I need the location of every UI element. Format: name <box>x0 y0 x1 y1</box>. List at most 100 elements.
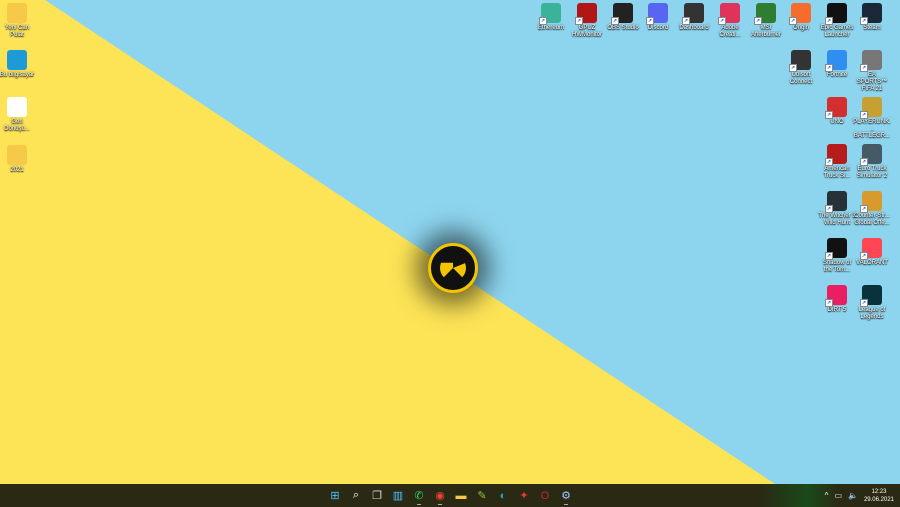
folder-icon <box>7 145 27 165</box>
desktop-icon-ubisoft-connect[interactable]: ↗ Ubisoft Connect <box>782 50 820 86</box>
desktop-icon-label: MSI Afterburner <box>750 25 781 38</box>
network-icon[interactable]: ▭ <box>834 491 842 500</box>
start-icon: ⊞ <box>330 490 340 502</box>
ubisoft-icon: ↗ <box>789 50 811 72</box>
taskbar: ⊞ ⌕ ❐ ▥ ✆ ◉ ▬ ✎ ◐ ✦ O ⚙ ^ ▭ 🔈 12:23 29.06.2021 <box>0 484 900 507</box>
shortcut-arrow-icon: ↗ <box>539 17 547 25</box>
clock-date: 29.06.2021 <box>863 496 894 503</box>
desktop-icon-discord[interactable]: ↗ Discord <box>639 3 677 32</box>
shortcut-arrow-icon: ↗ <box>825 252 833 260</box>
desktop-icon-steam[interactable]: ↗ Steam <box>853 3 891 32</box>
gpu-icon: ↗ <box>575 3 597 25</box>
whatsapp-icon: ✆ <box>414 490 424 502</box>
desktop-icon-dashboard[interactable]: ↗ Dashboard <box>675 3 713 32</box>
desktop-icon-shadow-of-the-tom[interactable]: ↗ Shadow of the Tom... <box>818 238 856 274</box>
search-icon: ⌕ <box>352 489 360 501</box>
opera-button[interactable]: O <box>536 487 554 505</box>
taskbar-apps: ⊞ ⌕ ❐ ▥ ✆ ◉ ▬ ✎ ◐ ✦ O ⚙ <box>326 484 575 507</box>
desktop-icon-label: Origin <box>792 25 809 31</box>
shortcut-arrow-icon: ↗ <box>789 64 797 72</box>
desktop-icon-the-witcher-3-wild-hunt[interactable]: ↗ The Witcher 3 Wild Hunt <box>818 191 856 227</box>
desktop-icon-ethereum[interactable]: ↗ Ethereum <box>532 3 570 32</box>
settings-button[interactable]: ⚙ <box>557 487 575 505</box>
desktop-icon-obs-studio[interactable]: ↗ OBS Studio <box>604 3 642 32</box>
chrome-icon: ◉ <box>435 490 445 502</box>
shortcut-arrow-icon: ↗ <box>860 299 868 307</box>
desktop-icon-gpuz-hwmonitor[interactable]: ↗ GPUZ HWMonitor <box>568 3 606 39</box>
clock-time: 12:23 <box>871 488 887 495</box>
desktop-icon-dirt-5[interactable]: ↗ DIRT 5 <box>818 285 856 314</box>
volume-icon[interactable]: 🔈 <box>848 491 858 500</box>
desktop-icon-epic-games-launcher[interactable]: ↗ Epic Games Launcher <box>818 3 856 39</box>
shortcut-arrow-icon: ↗ <box>860 17 868 25</box>
running-indicator <box>417 503 421 505</box>
file-explorer-icon: ▬ <box>455 489 467 502</box>
desktop-icon-counter-str-global-offe[interactable]: ↗ Counter-Str... Global Offe... <box>853 191 891 227</box>
chevron-up-icon[interactable]: ^ <box>825 491 829 500</box>
whatsapp-button[interactable]: ✆ <box>410 487 428 505</box>
lol-icon: ↗ <box>860 285 882 307</box>
desktop-icon-2021[interactable]: 2021 <box>0 145 36 174</box>
epic-icon: ↗ <box>825 3 847 25</box>
chrome-button[interactable]: ◉ <box>431 487 449 505</box>
desktop-icon-euro-truck-simulator-2[interactable]: ↗ Euro Truck Simulator 2 <box>853 144 891 180</box>
shadow-icon: ↗ <box>825 238 847 260</box>
desktop-icon-msi-afterburner[interactable]: ↗ MSI Afterburner <box>747 3 785 39</box>
edge-button[interactable]: ◐ <box>494 487 512 505</box>
shortcut-arrow-icon: ↗ <box>825 158 833 166</box>
desktop-icon-origin[interactable]: ↗ Origin <box>782 3 820 32</box>
task-view-button[interactable]: ❐ <box>368 487 386 505</box>
csgo-icon: ↗ <box>860 191 882 213</box>
valorant-icon: ↗ <box>860 238 882 260</box>
desktop-icon-yeni-can-pulat[interactable]: Yeni Can Pulat <box>0 3 36 39</box>
shortcut-arrow-icon: ↗ <box>825 299 833 307</box>
fortnite-icon: ↗ <box>825 50 847 72</box>
notepad-icon: ✎ <box>477 490 487 502</box>
desktop-icon-label: Geri Dönüşü... <box>4 119 30 132</box>
file-explorer-button[interactable]: ▬ <box>452 487 470 505</box>
widgets-button[interactable]: ▥ <box>389 487 407 505</box>
desktop-icon-bu-bilgisayar[interactable]: Bu bilgisayar <box>0 50 36 79</box>
start-button[interactable]: ⊞ <box>326 487 344 505</box>
desktop-icon-label: GPUZ HWMonitor <box>571 25 602 38</box>
desktop-icon-label: League of Legends <box>858 307 886 320</box>
monitor-icon <box>7 50 27 70</box>
opera-icon: O <box>540 489 550 502</box>
settings-icon: ⚙ <box>561 490 571 502</box>
desktop-icon-league-of-legends[interactable]: ↗ League of Legends <box>853 285 891 321</box>
recycle-bin-icon <box>7 97 27 117</box>
desktop-icon-fortnite[interactable]: ↗ Fortnite <box>818 50 856 79</box>
shortcut-arrow-icon: ↗ <box>825 205 833 213</box>
shortcut-arrow-icon: ↗ <box>860 205 868 213</box>
desktop-icon-adobe-creati[interactable]: ↗ Adobe Creati... <box>711 3 749 39</box>
shortcut-arrow-icon: ↗ <box>611 17 619 25</box>
ats-icon: ↗ <box>825 144 847 166</box>
wallpaper-logo <box>428 243 478 293</box>
desktop-icon-valorant[interactable]: ↗ VALORANT <box>853 238 891 267</box>
shortcut-arrow-icon: ↗ <box>825 64 833 72</box>
desktop-icon-american-truck-si[interactable]: ↗ American Truck Si... <box>818 144 856 180</box>
witcher-icon: ↗ <box>825 191 847 213</box>
app-button[interactable]: ✦ <box>515 487 533 505</box>
task-view-icon: ❐ <box>372 490 382 502</box>
clock[interactable]: 12:23 29.06.2021 <box>864 488 894 504</box>
desktop-icon-label: PLAYERUNK... BATTLEGR... <box>853 119 891 139</box>
steam-icon: ↗ <box>860 3 882 25</box>
desktop-icon-label: Epic Games Launcher <box>820 25 854 38</box>
desktop-icon-label: Adobe Creati... <box>719 25 741 38</box>
desktop-icon-uno[interactable]: ↗ UNO <box>818 97 856 126</box>
desktop-icon-label: DIRT 5 <box>827 307 847 313</box>
origin-icon: ↗ <box>789 3 811 25</box>
desktop-icon-ea-sports-fifa-21[interactable]: ↗ EA SPORTS™ FIFA 21 <box>853 50 891 93</box>
adobe-cc-icon: ↗ <box>718 3 740 25</box>
dashboard-icon: ↗ <box>682 3 704 25</box>
ets2-icon: ↗ <box>860 144 882 166</box>
desktop-icon-playerunk-battlegr[interactable]: ↗ PLAYERUNK... BATTLEGR... <box>853 97 891 140</box>
notepad-button[interactable]: ✎ <box>473 487 491 505</box>
discord-icon: ↗ <box>646 3 668 25</box>
desktop-icon-label: Steam <box>863 25 881 31</box>
desktop-icon-geri-d-n[interactable]: Geri Dönüşü... <box>0 97 36 133</box>
shortcut-arrow-icon: ↗ <box>860 252 868 260</box>
desktop-icon-label: VALORANT <box>856 260 888 266</box>
search-button[interactable]: ⌕ <box>347 487 365 505</box>
